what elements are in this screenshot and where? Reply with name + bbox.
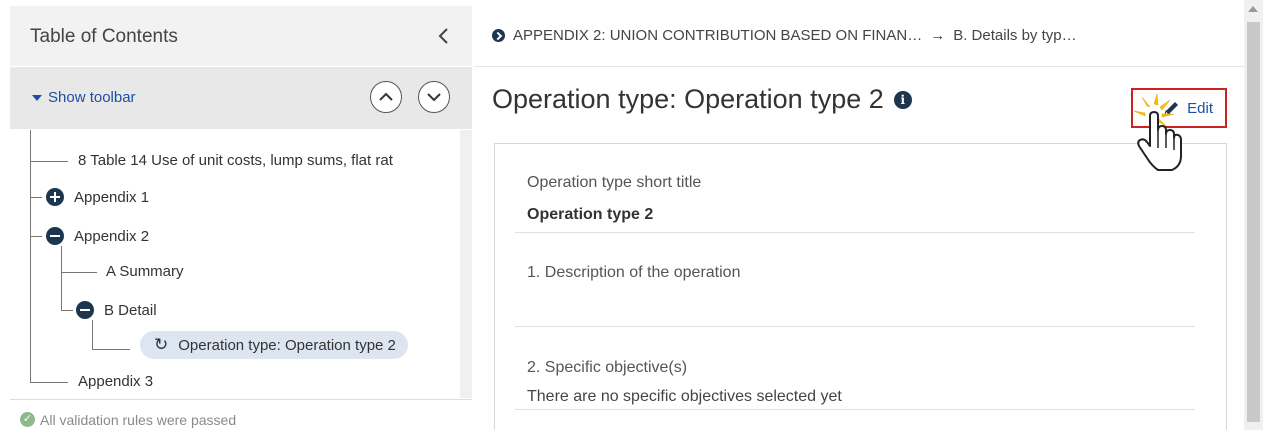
page-title-text: Operation type: Operation type 2 (492, 84, 884, 114)
toc-item-appendix-3[interactable]: Appendix 3 (78, 373, 153, 390)
edit-button[interactable]: Edit (1131, 88, 1227, 128)
collapse-panel-icon[interactable] (434, 24, 454, 48)
toc-item-appendix-2[interactable]: Appendix 2 (46, 227, 149, 245)
toc-item-a-summary[interactable]: A Summary (106, 263, 184, 280)
navigate-up-button[interactable] (370, 81, 402, 113)
divider (515, 232, 1195, 233)
tree-line (30, 236, 42, 237)
divider (474, 66, 1244, 67)
toolbar-bar: Show toolbar (10, 67, 472, 129)
breadcrumb: APPENDIX 2: UNION CONTRIBUTION BASED ON … (492, 27, 1077, 44)
sync-icon: ↻ (154, 335, 169, 354)
check-icon: ✓ (20, 412, 35, 427)
toc-item-label: Appendix 2 (74, 227, 150, 245)
operation-details-card: Operation type short title Operation typ… (494, 143, 1227, 430)
tree-line (61, 272, 97, 273)
short-title-value: Operation type 2 (527, 206, 654, 223)
tree-line (30, 382, 68, 383)
toc-item-label: Appendix 3 (78, 373, 154, 390)
objectives-value: There are no specific objectives selecte… (527, 388, 842, 405)
info-icon[interactable]: i (893, 90, 912, 109)
show-toolbar-toggle[interactable]: Show toolbar (32, 89, 136, 106)
arrow-right-icon: → (930, 27, 946, 44)
pencil-icon (1164, 102, 1179, 116)
toc-title: Table of Contents (30, 26, 178, 47)
toc-item-b-detail[interactable]: B Detail (76, 301, 157, 319)
tree-line (30, 130, 31, 382)
divider (515, 326, 1195, 327)
scroll-up-arrow-icon[interactable] (1248, 6, 1258, 12)
tree-line (30, 161, 68, 162)
divider (515, 409, 1195, 410)
breadcrumb-item-details[interactable]: B. Details by typ… (953, 27, 1076, 44)
chevron-circle-icon (492, 29, 505, 42)
toc-item-operation-type-2[interactable]: ↻ Operation type: Operation type 2 (140, 331, 408, 359)
validation-text: All validation rules were passed (40, 412, 237, 428)
validation-status: ✓ All validation rules were passed (10, 399, 472, 430)
chevron-down-icon (427, 93, 441, 102)
toc-scrollbar[interactable] (460, 130, 472, 398)
objectives-label: 2. Specific objective(s) (527, 359, 688, 376)
edit-label: Edit (1187, 99, 1213, 117)
toc-header: Table of Contents (10, 6, 472, 66)
breadcrumb-item-appendix-2[interactable]: APPENDIX 2: UNION CONTRIBUTION BASED ON … (513, 27, 922, 44)
tree-line (92, 320, 93, 349)
tree-line (30, 197, 42, 198)
chevron-up-icon (379, 92, 393, 101)
toc-item-label: Appendix 1 (74, 188, 150, 206)
content-panel: APPENDIX 2: UNION CONTRIBUTION BASED ON … (474, 0, 1244, 430)
toc-item-appendix-1[interactable]: Appendix 1 (46, 188, 149, 206)
caret-down-icon (32, 94, 42, 101)
collapse-minus-icon[interactable] (76, 301, 94, 319)
toc-item-label: Operation type: Operation type 2 (178, 336, 396, 354)
toc-item-label: A Summary (106, 263, 184, 280)
toc-item-label: B Detail (104, 301, 157, 319)
tree-line (92, 349, 130, 350)
tree-line (61, 310, 73, 311)
toc-tree: 8 Table 14 Use of unit costs, lump sums,… (10, 130, 460, 398)
toc-item-table-14[interactable]: 8 Table 14 Use of unit costs, lump sums,… (78, 152, 393, 169)
scrollbar-thumb[interactable] (1247, 22, 1260, 422)
navigate-down-button[interactable] (418, 81, 450, 113)
page-title: Operation type: Operation type 2 i (492, 84, 912, 115)
description-label: 1. Description of the operation (527, 264, 741, 281)
short-title-label: Operation type short title (527, 174, 702, 191)
toc-item-label: 8 Table 14 Use of unit costs, lump sums,… (78, 152, 393, 169)
collapse-minus-icon[interactable] (46, 227, 64, 245)
expand-plus-icon[interactable] (46, 188, 64, 206)
page-scrollbar[interactable] (1244, 0, 1263, 430)
toc-panel: Table of Contents Show toolbar 8 Table 1… (10, 0, 472, 430)
show-toolbar-label: Show toolbar (48, 89, 136, 106)
tree-line (61, 246, 62, 310)
